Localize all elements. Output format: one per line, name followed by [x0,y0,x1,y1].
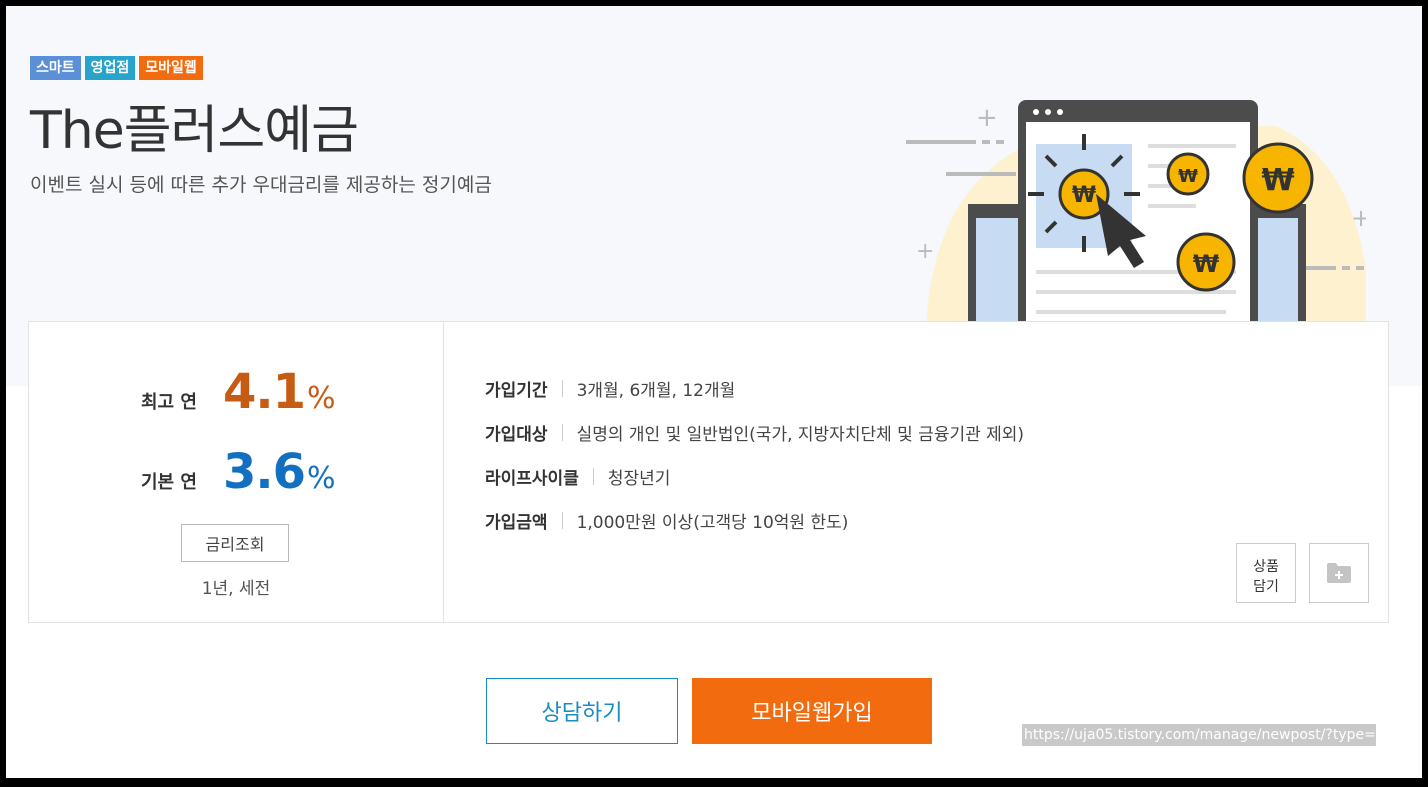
info-label: 가입기간 [485,380,548,401]
svg-text:+: + [916,239,934,264]
svg-text:+: + [1351,204,1366,232]
base-rate-label: 기본 연 [141,472,197,493]
save-product-button[interactable]: 상품 담기 [1236,543,1296,603]
info-value: 3개월, 6개월, 12개월 [576,380,736,401]
rate-panel: 최고 연 4.1 % 기본 연 3.6 % 금리조회 1년, 세전 [29,322,444,622]
divider [561,423,563,441]
max-rate-label: 최고 연 [141,392,197,413]
badge-smart: 스마트 [30,56,81,80]
info-label: 가입대상 [485,424,548,445]
product-info-list: 가입기간 3개월, 6개월, 12개월 가입대상 실명의 개인 및 일반법인(국… [485,366,1024,542]
info-value: 청장년기 [607,468,671,489]
svg-text:₩: ₩ [1178,166,1198,187]
mobile-join-button[interactable]: 모바일웹가입 [692,678,932,744]
rate-condition: 1년, 세전 [201,579,271,599]
product-subtitle: 이벤트 실시 등에 따른 추가 우대금리를 제공하는 정기예금 [30,174,492,196]
base-rate-value: 3.6 [223,444,306,500]
save-product-label-2: 담기 [1253,578,1279,595]
product-title: The플러스예금 [30,101,359,161]
consult-button[interactable]: 상담하기 [486,678,678,744]
url-watermark: https://uja05.tistory.com/manage/newpost… [1022,724,1376,746]
page-frame: 스마트 영업점 모바일웹 The플러스예금 이벤트 실시 등에 따른 추가 우대… [6,6,1422,778]
info-row-period: 가입기간 3개월, 6개월, 12개월 [485,366,1024,410]
svg-text:₩: ₩ [1261,163,1294,198]
max-rate-value: 4.1 [223,364,306,420]
add-to-folder-button[interactable] [1309,543,1369,603]
divider [561,379,563,397]
info-label: 라이프사이클 [485,468,579,489]
save-product-label-1: 상품 [1253,558,1279,575]
info-row-lifecycle: 라이프사이클 청장년기 [485,454,1024,498]
max-rate-percent: % [307,381,336,416]
info-value: 실명의 개인 및 일반법인(국가, 지방자치단체 및 금융기관 제외) [576,424,1025,445]
deposit-illustration: + + + ₩ ₩ ₩ ₩ [906,100,1366,326]
folder-plus-icon [1327,563,1351,583]
base-rate-percent: % [307,461,336,496]
info-label: 가입금액 [485,512,548,533]
product-summary-card: 최고 연 4.1 % 기본 연 3.6 % 금리조회 1년, 세전 가입기간 3… [28,321,1389,623]
channel-badges: 스마트 영업점 모바일웹 [30,56,203,80]
info-row-target: 가입대상 실명의 개인 및 일반법인(국가, 지방자치단체 및 금융기관 제외) [485,410,1024,454]
divider [561,511,563,529]
divider [592,467,594,485]
info-value: 1,000만원 이상(고객당 10억원 한도) [576,512,849,533]
svg-text:+: + [976,103,998,133]
base-rate-row: 기본 연 3.6 % [141,444,336,500]
max-rate-row: 최고 연 4.1 % [141,364,336,420]
badge-branch: 영업점 [84,56,136,80]
svg-text:₩: ₩ [1193,250,1220,278]
rate-lookup-button[interactable]: 금리조회 [181,524,289,562]
badge-mobile-web: 모바일웹 [139,56,203,80]
svg-text:₩: ₩ [1072,183,1096,208]
info-row-amount: 가입금액 1,000만원 이상(고객당 10억원 한도) [485,498,1024,542]
